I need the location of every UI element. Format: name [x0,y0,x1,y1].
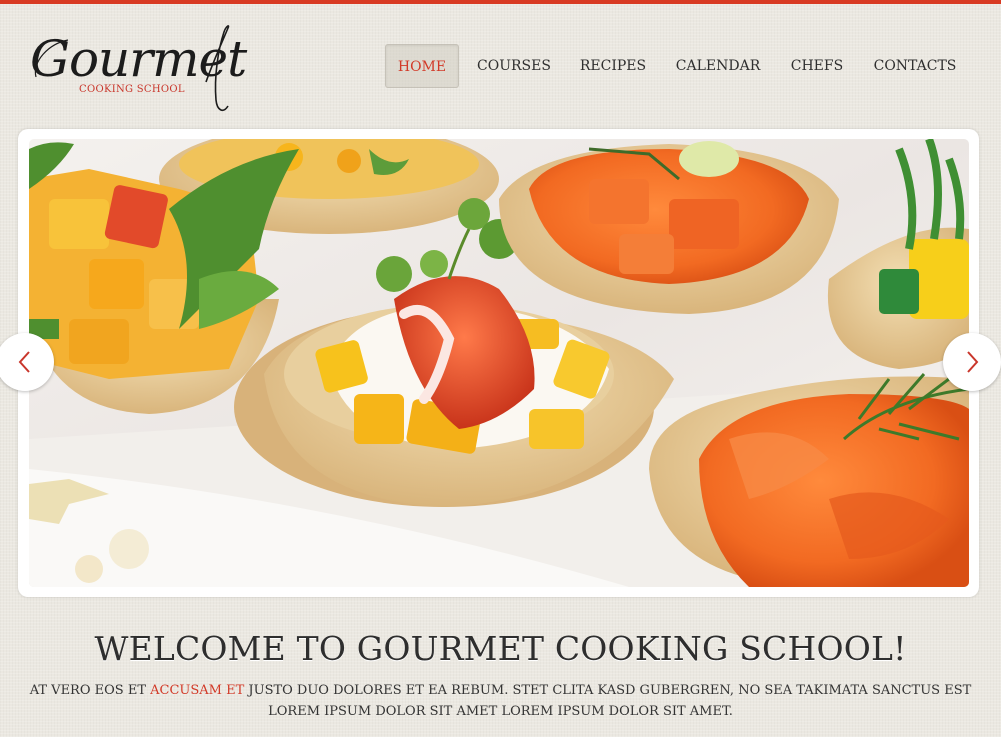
nav-item-courses[interactable]: COURSES [474,44,554,88]
nav-item-recipes[interactable]: RECIPES [576,44,650,88]
chevron-left-icon [18,351,30,373]
welcome-title: WELCOME TO GOURMET COOKING SCHOOL! [94,629,907,668]
nav-item-home[interactable]: HOME [385,44,459,88]
main-nav: HOME COURSES RECIPES CALENDAR CHEFS CONT… [0,44,1001,88]
welcome-text-part: JUSTO DUO DOLORES ET EA REBUM. STET CLIT… [244,683,972,719]
nav-item-contacts[interactable]: CONTACTS [868,44,962,88]
nav-item-chefs[interactable]: CHEFS [786,44,848,88]
welcome-text-highlight[interactable]: ACCUSAM ET [150,683,244,698]
nav-item-calendar[interactable]: CALENDAR [672,44,764,88]
welcome-text: AT VERO EOS ET ACCUSAM ET JUSTO DUO DOLO… [20,680,981,722]
chevron-right-icon [967,351,979,373]
slider-image [29,139,969,587]
top-accent-bar [0,0,1001,4]
slider-next-button[interactable] [943,333,1001,391]
canapes-tartlets-photo [29,139,969,587]
welcome-text-part: AT VERO EOS ET [29,683,151,698]
